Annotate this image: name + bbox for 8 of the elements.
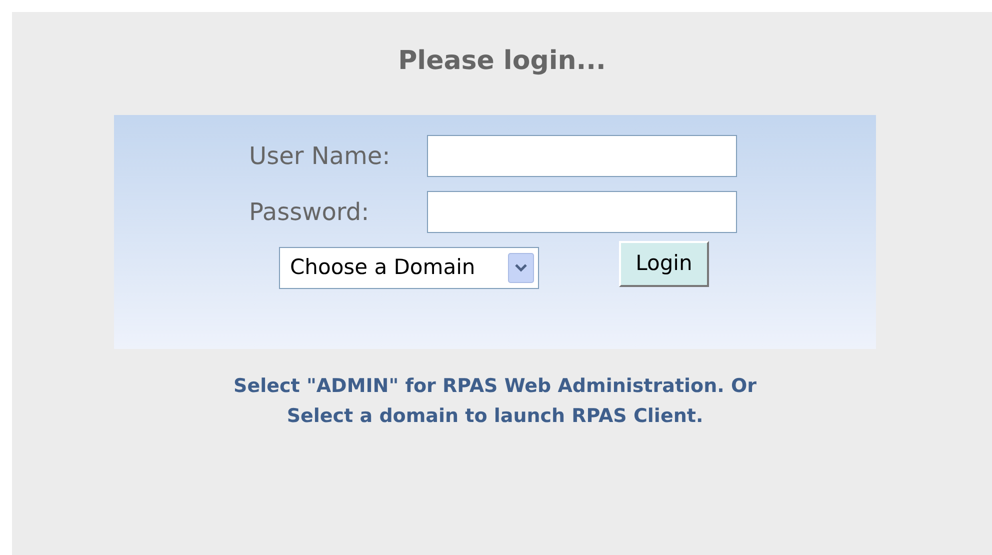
- domain-select[interactable]: Choose a Domain: [279, 247, 539, 289]
- help-text: Select "ADMIN" for RPAS Web Administration. Or Select a domain to launch RPAS Client.: [234, 374, 756, 429]
- field-label: User Name:: [249, 141, 392, 172]
- field-label: Password:: [249, 197, 370, 228]
- login-button[interactable]: Login: [619, 241, 709, 287]
- password-field[interactable]: [427, 191, 737, 233]
- page-title: Please login...: [398, 48, 606, 74]
- username-field[interactable]: [427, 135, 737, 177]
